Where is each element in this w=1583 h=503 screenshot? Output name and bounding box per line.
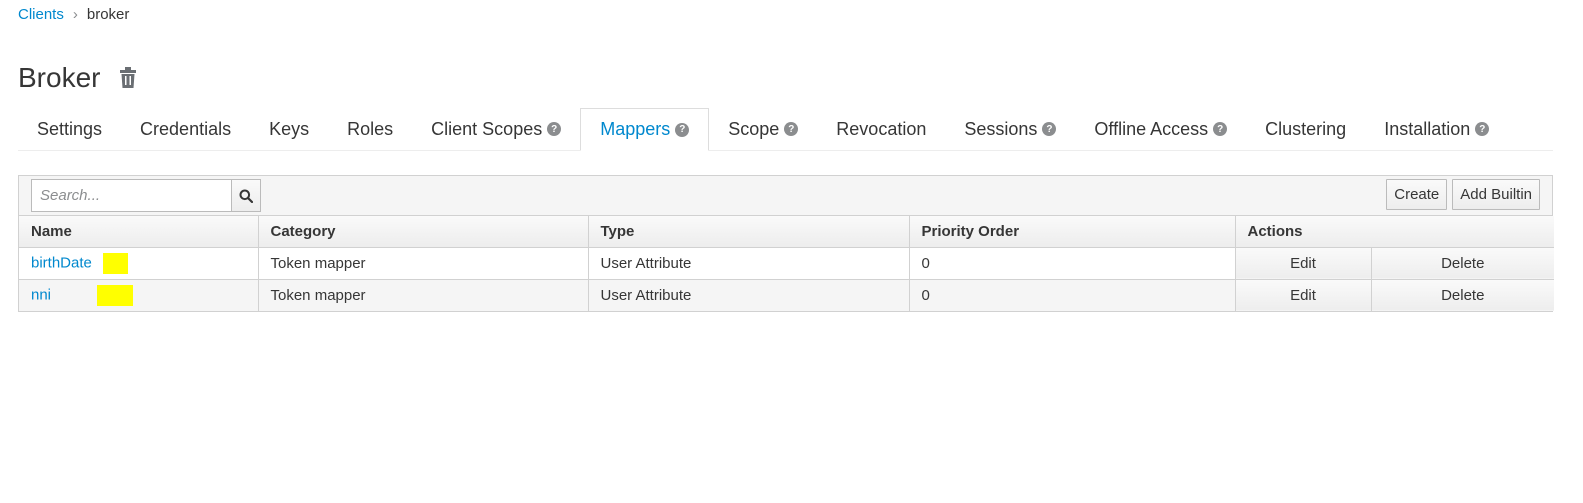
tab-label: Mappers bbox=[600, 119, 671, 139]
mapper-category: Token mapper bbox=[258, 247, 589, 280]
help-icon[interactable]: ? bbox=[675, 122, 690, 137]
column-header-priority-order[interactable]: Priority Order bbox=[909, 216, 1236, 248]
mappers-table: Name Category Type Priority Order Action… bbox=[19, 216, 1555, 311]
tab-client-scopes[interactable]: Client Scopes? bbox=[412, 108, 580, 150]
column-header-actions: Actions bbox=[1235, 216, 1555, 248]
edit-button[interactable]: Edit bbox=[1235, 279, 1372, 311]
toolbar-actions: Create Add Builtin bbox=[1386, 179, 1540, 210]
mapper-category: Token mapper bbox=[258, 279, 589, 311]
highlight-mark bbox=[97, 284, 134, 306]
tab-label: Settings bbox=[37, 118, 103, 139]
mappers-table-panel: Create Add Builtin Name Category Type Pr… bbox=[18, 175, 1555, 312]
tab-label: Scope bbox=[728, 118, 780, 139]
mapper-name-link[interactable]: nni bbox=[31, 286, 51, 303]
mapper-priority: 0 bbox=[909, 279, 1236, 311]
page-header: Broker bbox=[18, 62, 138, 94]
mapper-type: User Attribute bbox=[588, 279, 910, 311]
column-header-category[interactable]: Category bbox=[258, 216, 589, 248]
tab-clustering[interactable]: Clustering bbox=[1246, 108, 1365, 150]
mapper-type: User Attribute bbox=[588, 247, 910, 280]
page-title: Broker bbox=[18, 62, 101, 93]
tab-label: Client Scopes bbox=[431, 118, 543, 139]
delete-button[interactable]: Delete bbox=[1371, 247, 1555, 280]
breadcrumb-current: broker bbox=[86, 6, 130, 23]
search-icon bbox=[239, 189, 253, 203]
help-icon[interactable]: ? bbox=[784, 122, 799, 136]
table-row: nni Token mapper User Attribute 0 Edit D… bbox=[19, 279, 1555, 311]
mapper-name-link[interactable]: birthDate bbox=[31, 254, 92, 271]
breadcrumb: Clients › broker bbox=[18, 6, 129, 23]
mapper-priority: 0 bbox=[909, 247, 1236, 280]
tab-label: Clustering bbox=[1265, 118, 1347, 139]
tab-label: Keys bbox=[269, 118, 310, 139]
tab-scope[interactable]: Scope? bbox=[709, 108, 817, 150]
tab-settings[interactable]: Settings bbox=[18, 108, 121, 150]
tab-mappers[interactable]: Mappers? bbox=[580, 108, 710, 151]
tab-label: Credentials bbox=[140, 118, 232, 139]
delete-button[interactable]: Delete bbox=[1371, 279, 1555, 311]
tab-offline-access[interactable]: Offline Access? bbox=[1075, 108, 1246, 150]
tab-label: Revocation bbox=[836, 118, 927, 139]
table-toolbar: Create Add Builtin bbox=[19, 176, 1552, 216]
mapper-name-cell: birthDate bbox=[19, 247, 259, 280]
client-tabs: Settings Credentials Keys Roles Client S… bbox=[18, 108, 1553, 151]
tab-label: Installation bbox=[1384, 118, 1471, 139]
create-button[interactable]: Create bbox=[1386, 179, 1448, 210]
tab-credentials[interactable]: Credentials bbox=[121, 108, 250, 150]
mapper-name-cell: nni bbox=[19, 279, 259, 311]
search-input[interactable] bbox=[31, 179, 231, 212]
help-icon[interactable]: ? bbox=[547, 122, 562, 136]
search-group bbox=[31, 179, 261, 212]
help-icon[interactable]: ? bbox=[1213, 122, 1228, 136]
tab-keys[interactable]: Keys bbox=[250, 108, 328, 150]
search-button[interactable] bbox=[231, 179, 261, 212]
tab-label: Roles bbox=[347, 118, 394, 139]
help-icon[interactable]: ? bbox=[1475, 122, 1490, 136]
table-row: birthDate Token mapper User Attribute 0 … bbox=[19, 247, 1555, 280]
column-header-name[interactable]: Name bbox=[19, 216, 259, 248]
tab-installation[interactable]: Installation? bbox=[1365, 108, 1508, 150]
tab-label: Offline Access bbox=[1094, 118, 1209, 139]
tab-roles[interactable]: Roles bbox=[328, 108, 412, 150]
breadcrumb-separator-icon: › bbox=[72, 6, 78, 23]
edit-button[interactable]: Edit bbox=[1235, 247, 1372, 280]
tab-label: Sessions bbox=[964, 118, 1038, 139]
tab-sessions[interactable]: Sessions? bbox=[945, 108, 1075, 150]
trash-icon[interactable] bbox=[118, 67, 138, 89]
column-header-type[interactable]: Type bbox=[588, 216, 910, 248]
breadcrumb-clients-link[interactable]: Clients bbox=[18, 6, 64, 23]
add-builtin-button[interactable]: Add Builtin bbox=[1452, 179, 1540, 210]
help-icon[interactable]: ? bbox=[1042, 122, 1057, 136]
table-header-row: Name Category Type Priority Order Action… bbox=[19, 216, 1555, 248]
tab-revocation[interactable]: Revocation bbox=[817, 108, 945, 150]
highlight-mark bbox=[103, 252, 129, 274]
